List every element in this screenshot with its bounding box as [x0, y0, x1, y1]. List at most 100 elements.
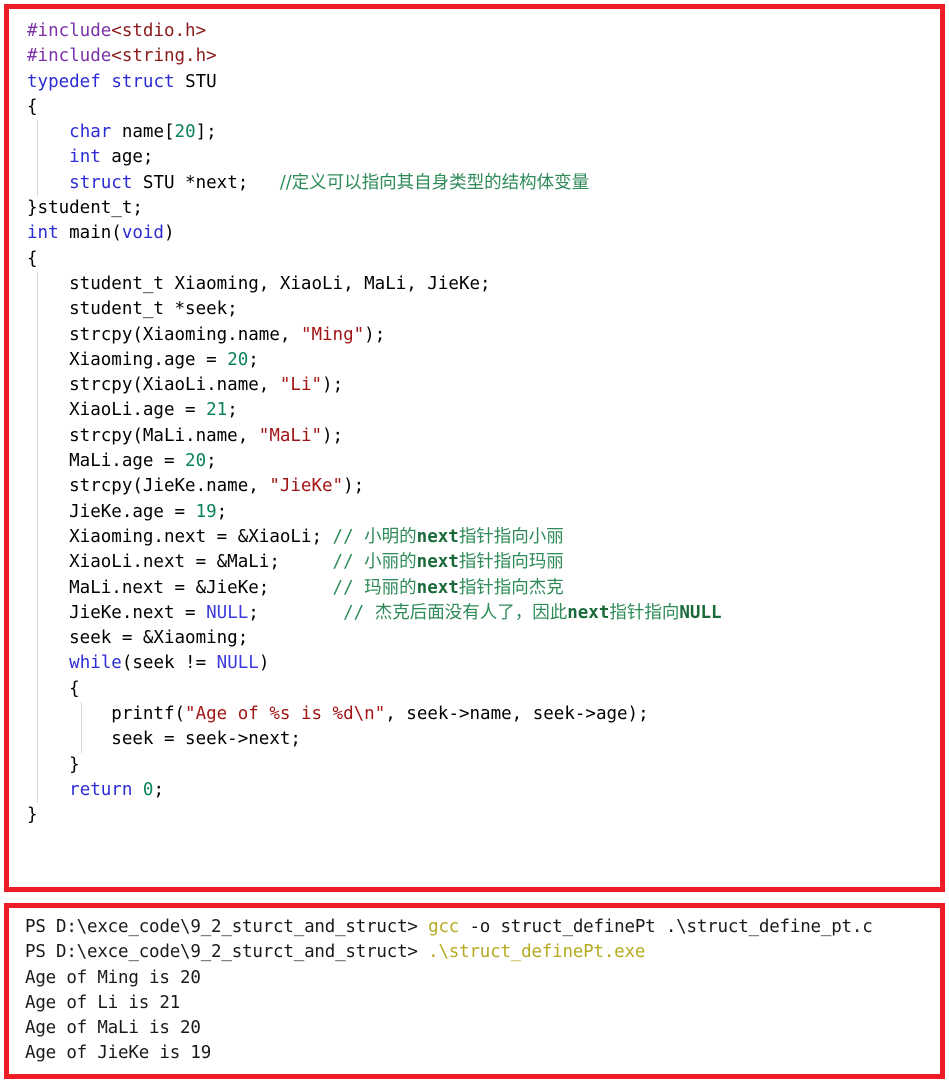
code-token: //	[343, 602, 375, 623]
code-token: );	[322, 375, 344, 396]
code-line-26: while(seek != NULL)	[9, 651, 940, 678]
code-line-17: strcpy(MaLi.name, "MaLi");	[9, 423, 940, 450]
code-line-1: #include<stdio.h>	[9, 19, 940, 44]
code-token: strcpy(MaLi.name,	[27, 425, 259, 446]
code-token: 19	[195, 501, 217, 522]
code-token: 20	[174, 122, 196, 143]
terminal-command: .\struct_definePt.exe	[428, 942, 646, 963]
code-token: seek = &Xiaoming;	[27, 628, 249, 649]
code-line-20: JieKe.age = 19;	[9, 499, 940, 526]
code-token: next	[567, 602, 610, 623]
code-token: 杰克后面没有人了，因此	[374, 602, 568, 623]
code-token: )	[258, 653, 270, 674]
code-token: 小明的	[364, 526, 417, 547]
terminal-output-line: Age of JieKe is 19	[9, 1041, 940, 1066]
code-token: //定义可以指向其自身类型的结构体变量	[279, 172, 590, 193]
code-token: #include	[27, 21, 112, 41]
code-token: age;	[100, 147, 154, 168]
code-token: ;	[206, 451, 217, 472]
code-token: "Li"	[279, 375, 323, 396]
code-line-11: student_t Xiaoming, XiaoLi, MaLi, JieKe;	[9, 271, 940, 298]
code-line-18: MaLi.age = 20;	[9, 449, 940, 475]
code-line-21: Xiaoming.next = &XiaoLi; // 小明的next指针指向小…	[9, 524, 940, 551]
code-token: "JieKe"	[269, 476, 344, 497]
code-token: , seek->name, seek->age);	[385, 704, 649, 725]
code-token: next	[416, 577, 459, 598]
code-token: strcpy(Xiaoming.name,	[27, 324, 301, 345]
code-line-28: printf("Age of %s is %d\n", seek->name, …	[9, 702, 940, 728]
code-line-2: #include<string.h>	[9, 44, 940, 69]
code-token: JieKe.next =	[27, 602, 207, 623]
code-token: MaLi.next = &JieKe;	[27, 577, 333, 598]
code-line-10: {	[9, 247, 940, 272]
code-token: Xiaoming.age =	[27, 349, 228, 370]
code-token: <stdio.h>	[111, 21, 207, 41]
code-line-5: char name[20];	[9, 120, 940, 146]
code-token: ;	[248, 602, 344, 623]
code-token: STU	[174, 71, 217, 92]
code-token: seek = seek->next;	[27, 729, 301, 750]
terminal-panel: PS D:\exce_code\9_2_sturct_and_struct> g…	[4, 903, 945, 1079]
code-line-24: JieKe.next = NULL; // 杰克后面没有人了，因此next指针指…	[9, 600, 940, 627]
terminal-content[interactable]: PS D:\exce_code\9_2_sturct_and_struct> g…	[9, 908, 940, 1074]
code-line-32: }	[9, 803, 940, 828]
code-token: #include	[27, 46, 112, 67]
code-line-15: strcpy(XiaoLi.name, "Li");	[9, 373, 940, 399]
terminal-output-line: Age of MaLi is 20	[9, 1016, 940, 1041]
code-token: while	[69, 653, 122, 674]
code-line-3: typedef struct STU	[9, 70, 940, 95]
code-token: main(	[58, 223, 122, 244]
code-token: //	[332, 526, 365, 547]
code-token: 指针指向	[609, 602, 680, 623]
terminal-output-line: Age of Li is 21	[9, 991, 940, 1016]
code-token: {	[27, 96, 38, 117]
code-token: student_t *seek;	[27, 299, 238, 320]
code-token: typedef	[27, 71, 101, 92]
code-token: );	[322, 425, 344, 446]
code-token: JieKe.age =	[27, 501, 196, 522]
code-line-14: Xiaoming.age = 20;	[9, 347, 940, 374]
code-token: printf(	[27, 704, 186, 725]
code-token: );	[343, 476, 365, 497]
terminal-command: gcc	[428, 917, 460, 937]
code-token: 20	[227, 349, 249, 370]
code-token: XiaoLi.next = &MaLi;	[27, 552, 333, 573]
code-token: name[	[111, 122, 175, 143]
code-token: 20	[185, 451, 207, 472]
code-line-8: }student_t;	[9, 196, 940, 221]
code-token: <string.h>	[111, 46, 217, 67]
terminal-output-text: Age of MaLi is 20	[25, 1018, 201, 1039]
code-token: char	[69, 122, 112, 143]
code-token: }	[27, 754, 80, 775]
code-token: next	[416, 526, 459, 547]
screenshot-page: #include<stdio.h> #include<string.h> typed…	[0, 0, 949, 1083]
terminal-command-line: PS D:\exce_code\9_2_sturct_and_struct> .…	[9, 940, 940, 965]
code-token: 0	[142, 779, 154, 800]
code-line-29: seek = seek->next;	[9, 727, 940, 753]
code-line-6: int age;	[9, 145, 940, 172]
code-line-27: {	[9, 676, 940, 703]
code-token: MaLi.age =	[27, 451, 186, 472]
terminal-output-line: Age of Ming is 20	[9, 966, 940, 991]
code-line-30: }	[9, 752, 940, 779]
terminal-output-text: Age of Ming is 20	[25, 967, 201, 988]
code-token: "Age of %s is %d\n"	[185, 704, 386, 725]
code-token: ;	[248, 349, 259, 370]
code-line-7: struct STU *next; //定义可以指向其自身类型的结构体变量	[9, 170, 940, 197]
terminal-prompt: PS D:\exce_code\9_2_sturct_and_struct>	[25, 917, 429, 937]
code-token: ];	[195, 122, 217, 143]
code-line-19: strcpy(JieKe.name, "JieKe");	[9, 474, 940, 500]
code-token: struct	[111, 71, 175, 92]
code-token: student_t Xiaoming, XiaoLi, MaLi, JieKe;	[27, 273, 491, 294]
code-token: int	[27, 223, 59, 244]
terminal-command-args: -o struct_definePt .\struct_define_pt.c	[459, 917, 873, 937]
code-token: STU *next;	[132, 172, 280, 193]
code-token: NULL	[206, 602, 249, 623]
code-editor-content[interactable]: #include<stdio.h> #include<string.h> typed…	[9, 9, 940, 887]
code-token: 21	[206, 400, 228, 421]
code-token: void	[121, 223, 164, 244]
